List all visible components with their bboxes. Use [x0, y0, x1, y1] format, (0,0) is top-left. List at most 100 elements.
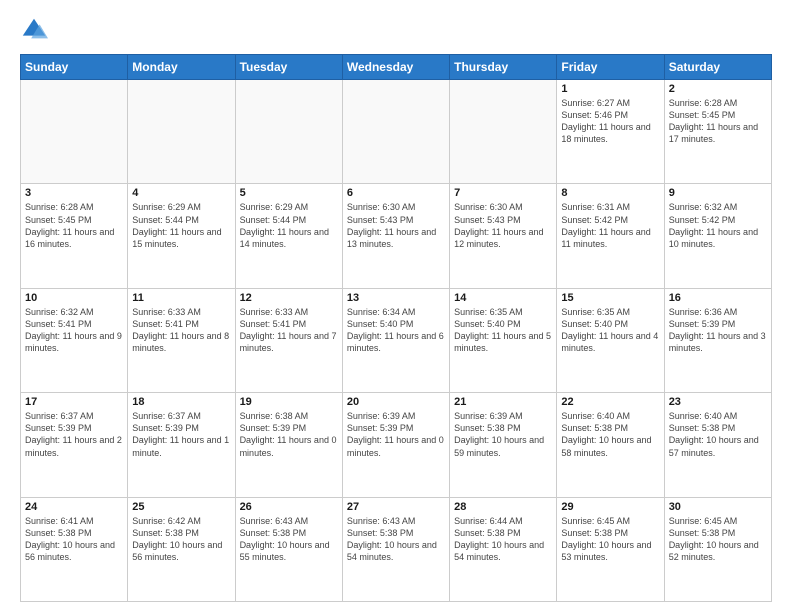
calendar-cell: 23 Sunrise: 6:40 AMSunset: 5:38 PMDayligh… — [664, 393, 771, 497]
day-number: 20 — [347, 396, 445, 408]
calendar-header-monday: Monday — [128, 55, 235, 80]
page: SundayMondayTuesdayWednesdayThursdayFrid… — [0, 0, 792, 612]
calendar-table: SundayMondayTuesdayWednesdayThursdayFrid… — [20, 54, 772, 602]
calendar-cell: 5 Sunrise: 6:29 AMSunset: 5:44 PMDaylight… — [235, 184, 342, 288]
day-info: Sunrise: 6:37 AMSunset: 5:39 PMDaylight:… — [25, 410, 123, 459]
calendar-cell: 11Sunrise: 6:33 AMSunset: 5:41 PMDayligh… — [128, 288, 235, 392]
day-info: Sunrise: 6:32 AMSunset: 5:42 PMDaylight:… — [669, 201, 767, 250]
calendar-week-5: 24 Sunrise: 6:41 AMSunset: 5:38 PMDayligh… — [21, 497, 772, 601]
calendar-cell: 27 Sunrise: 6:43 AMSunset: 5:38 PMDayligh… — [342, 497, 449, 601]
calendar-cell — [21, 80, 128, 184]
calendar-header-row: SundayMondayTuesdayWednesdayThursdayFrid… — [21, 55, 772, 80]
calendar-week-2: 3 Sunrise: 6:28 AMSunset: 5:45 PMDaylight… — [21, 184, 772, 288]
day-info: Sunrise: 6:32 AMSunset: 5:41 PMDaylight:… — [25, 306, 123, 355]
day-info: Sunrise: 6:35 AMSunset: 5:40 PMDaylight:… — [561, 306, 659, 355]
day-info: Sunrise: 6:40 AMSunset: 5:38 PMDaylight:… — [669, 410, 767, 459]
day-info: Sunrise: 6:40 AMSunset: 5:38 PMDaylight:… — [561, 410, 659, 459]
calendar-header-wednesday: Wednesday — [342, 55, 449, 80]
calendar-header-sunday: Sunday — [21, 55, 128, 80]
day-info: Sunrise: 6:33 AMSunset: 5:41 PMDaylight:… — [132, 306, 230, 355]
day-info: Sunrise: 6:41 AMSunset: 5:38 PMDaylight:… — [25, 515, 123, 564]
day-number: 25 — [132, 501, 230, 513]
day-number: 21 — [454, 396, 552, 408]
calendar-cell: 9Sunrise: 6:32 AMSunset: 5:42 PMDaylight… — [664, 184, 771, 288]
calendar-header-thursday: Thursday — [450, 55, 557, 80]
calendar-header-tuesday: Tuesday — [235, 55, 342, 80]
calendar-cell: 10 Sunrise: 6:32 AMSunset: 5:41 PMDayligh… — [21, 288, 128, 392]
day-info: Sunrise: 6:35 AMSunset: 5:40 PMDaylight:… — [454, 306, 552, 355]
calendar-cell: 20 Sunrise: 6:39 AMSunset: 5:39 PMDayligh… — [342, 393, 449, 497]
day-number: 14 — [454, 292, 552, 304]
calendar-cell: 29 Sunrise: 6:45 AMSunset: 5:38 PMDayligh… — [557, 497, 664, 601]
day-info: Sunrise: 6:36 AMSunset: 5:39 PMDaylight:… — [669, 306, 767, 355]
calendar-week-4: 17Sunrise: 6:37 AMSunset: 5:39 PMDayligh… — [21, 393, 772, 497]
day-number: 29 — [561, 501, 659, 513]
calendar-cell: 19 Sunrise: 6:38 AMSunset: 5:39 PMDayligh… — [235, 393, 342, 497]
day-number: 28 — [454, 501, 552, 513]
calendar-cell — [342, 80, 449, 184]
day-number: 12 — [240, 292, 338, 304]
day-info: Sunrise: 6:30 AMSunset: 5:43 PMDaylight:… — [454, 201, 552, 250]
day-info: Sunrise: 6:28 AMSunset: 5:45 PMDaylight:… — [25, 201, 123, 250]
calendar-cell: 14 Sunrise: 6:35 AMSunset: 5:40 PMDayligh… — [450, 288, 557, 392]
day-info: Sunrise: 6:38 AMSunset: 5:39 PMDaylight:… — [240, 410, 338, 459]
calendar-cell: 3 Sunrise: 6:28 AMSunset: 5:45 PMDaylight… — [21, 184, 128, 288]
day-number: 26 — [240, 501, 338, 513]
calendar-cell: 8 Sunrise: 6:31 AMSunset: 5:42 PMDaylight… — [557, 184, 664, 288]
day-info: Sunrise: 6:29 AMSunset: 5:44 PMDaylight:… — [240, 201, 338, 250]
calendar-cell — [128, 80, 235, 184]
calendar-cell: 1Sunrise: 6:27 AMSunset: 5:46 PMDaylight… — [557, 80, 664, 184]
day-number: 3 — [25, 187, 123, 199]
day-info: Sunrise: 6:45 AMSunset: 5:38 PMDaylight:… — [669, 515, 767, 564]
calendar-cell: 26Sunrise: 6:43 AMSunset: 5:38 PMDayligh… — [235, 497, 342, 601]
calendar-cell: 24 Sunrise: 6:41 AMSunset: 5:38 PMDayligh… — [21, 497, 128, 601]
calendar-cell: 6 Sunrise: 6:30 AMSunset: 5:43 PMDaylight… — [342, 184, 449, 288]
logo-icon — [20, 16, 48, 44]
calendar-cell: 7 Sunrise: 6:30 AMSunset: 5:43 PMDaylight… — [450, 184, 557, 288]
day-info: Sunrise: 6:37 AMSunset: 5:39 PMDaylight:… — [132, 410, 230, 459]
day-number: 30 — [669, 501, 767, 513]
calendar-cell: 28 Sunrise: 6:44 AMSunset: 5:38 PMDayligh… — [450, 497, 557, 601]
day-info: Sunrise: 6:30 AMSunset: 5:43 PMDaylight:… — [347, 201, 445, 250]
header — [20, 16, 772, 44]
calendar-cell: 15 Sunrise: 6:35 AMSunset: 5:40 PMDayligh… — [557, 288, 664, 392]
day-number: 2 — [669, 83, 767, 95]
day-number: 13 — [347, 292, 445, 304]
calendar-cell: 13 Sunrise: 6:34 AMSunset: 5:40 PMDayligh… — [342, 288, 449, 392]
calendar-week-1: 1Sunrise: 6:27 AMSunset: 5:46 PMDaylight… — [21, 80, 772, 184]
day-number: 8 — [561, 187, 659, 199]
day-info: Sunrise: 6:34 AMSunset: 5:40 PMDaylight:… — [347, 306, 445, 355]
day-number: 24 — [25, 501, 123, 513]
day-info: Sunrise: 6:33 AMSunset: 5:41 PMDaylight:… — [240, 306, 338, 355]
calendar-header-saturday: Saturday — [664, 55, 771, 80]
day-number: 1 — [561, 83, 659, 95]
day-info: Sunrise: 6:43 AMSunset: 5:38 PMDaylight:… — [347, 515, 445, 564]
day-info: Sunrise: 6:44 AMSunset: 5:38 PMDaylight:… — [454, 515, 552, 564]
day-number: 5 — [240, 187, 338, 199]
day-number: 15 — [561, 292, 659, 304]
day-number: 6 — [347, 187, 445, 199]
day-number: 7 — [454, 187, 552, 199]
day-number: 27 — [347, 501, 445, 513]
calendar-cell: 12 Sunrise: 6:33 AMSunset: 5:41 PMDayligh… — [235, 288, 342, 392]
calendar-cell — [450, 80, 557, 184]
calendar-cell: 22 Sunrise: 6:40 AMSunset: 5:38 PMDayligh… — [557, 393, 664, 497]
day-number: 18 — [132, 396, 230, 408]
day-number: 19 — [240, 396, 338, 408]
day-info: Sunrise: 6:39 AMSunset: 5:39 PMDaylight:… — [347, 410, 445, 459]
day-number: 22 — [561, 396, 659, 408]
calendar-cell: 30 Sunrise: 6:45 AMSunset: 5:38 PMDayligh… — [664, 497, 771, 601]
calendar-cell: 17Sunrise: 6:37 AMSunset: 5:39 PMDayligh… — [21, 393, 128, 497]
calendar-cell: 25 Sunrise: 6:42 AMSunset: 5:38 PMDayligh… — [128, 497, 235, 601]
calendar-cell — [235, 80, 342, 184]
day-info: Sunrise: 6:42 AMSunset: 5:38 PMDaylight:… — [132, 515, 230, 564]
day-number: 23 — [669, 396, 767, 408]
calendar-cell: 16Sunrise: 6:36 AMSunset: 5:39 PMDayligh… — [664, 288, 771, 392]
day-info: Sunrise: 6:31 AMSunset: 5:42 PMDaylight:… — [561, 201, 659, 250]
logo — [20, 16, 52, 44]
calendar-week-3: 10 Sunrise: 6:32 AMSunset: 5:41 PMDayligh… — [21, 288, 772, 392]
day-info: Sunrise: 6:45 AMSunset: 5:38 PMDaylight:… — [561, 515, 659, 564]
calendar-cell: 18 Sunrise: 6:37 AMSunset: 5:39 PMDayligh… — [128, 393, 235, 497]
day-number: 10 — [25, 292, 123, 304]
calendar-cell: 4Sunrise: 6:29 AMSunset: 5:44 PMDaylight… — [128, 184, 235, 288]
